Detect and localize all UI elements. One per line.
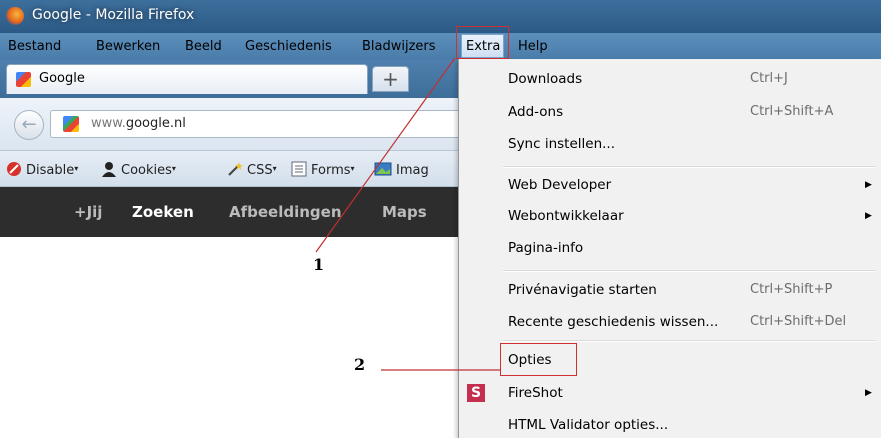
callout-lines bbox=[315, 57, 500, 371]
callout-number-2: 2 bbox=[354, 355, 366, 374]
callout-number-1: 1 bbox=[313, 255, 325, 274]
